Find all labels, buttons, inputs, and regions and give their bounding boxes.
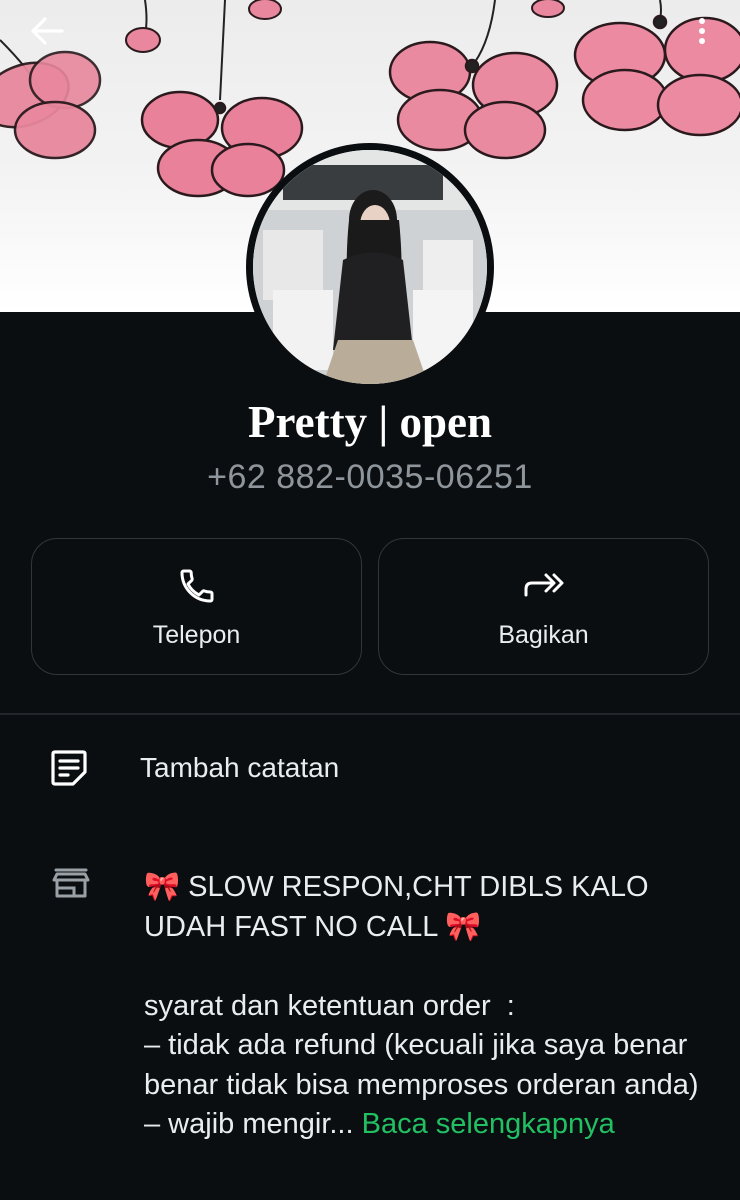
description-body: 🎀 SLOW RESPON,CHT DIBLS KALO UDAH FAST N… [144,871,699,1140]
share-forward-icon [524,573,563,597]
share-button[interactable]: Bagikan [378,538,709,675]
add-note-row[interactable]: Tambah catatan [0,720,740,816]
avatar-photo [253,150,487,384]
phone-icon [180,569,213,603]
share-label: Bagikan [498,621,589,649]
profile-avatar[interactable] [246,143,494,391]
read-more-link[interactable]: Baca selengkapnya [362,1108,615,1140]
description-text: 🎀 SLOW RESPON,CHT DIBLS KALO UDAH FAST N… [144,868,714,1145]
call-label: Telepon [152,621,241,649]
arrow-left-icon [31,17,64,45]
contact-phone: +62 882-0035-06251 [207,458,533,496]
more-options-button[interactable] [690,10,714,52]
back-button[interactable] [26,10,68,52]
more-vertical-icon [699,18,705,44]
section-divider [0,713,740,715]
add-note-label: Tambah catatan [140,752,340,783]
contact-name: Pretty | open [247,397,493,447]
call-button[interactable]: Telepon [31,538,362,675]
store-icon [52,868,90,898]
note-icon [51,750,87,786]
